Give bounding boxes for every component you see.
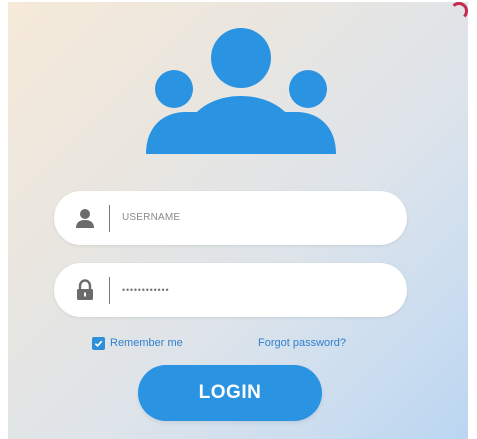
users-group-icon xyxy=(146,28,336,154)
password-field[interactable]: •••••••••••• xyxy=(54,263,407,317)
remember-me-checkbox[interactable] xyxy=(92,336,105,350)
remember-me-row: Remember me xyxy=(92,335,183,351)
corner-decoration xyxy=(450,2,468,20)
checkmark-icon xyxy=(94,340,103,347)
username-placeholder: USERNAME xyxy=(122,212,181,223)
field-separator xyxy=(109,205,110,232)
forgot-password-link[interactable]: Forgot password? xyxy=(258,335,346,351)
login-panel: USERNAME •••••••••••• Remember me Forgot… xyxy=(8,2,468,439)
lock-icon xyxy=(77,279,93,300)
username-field[interactable]: USERNAME xyxy=(54,191,407,245)
password-value: •••••••••••• xyxy=(122,285,170,295)
login-button[interactable]: LOGIN xyxy=(138,365,322,421)
field-separator xyxy=(109,277,110,304)
user-icon xyxy=(76,209,94,228)
remember-me-label[interactable]: Remember me xyxy=(110,335,183,351)
